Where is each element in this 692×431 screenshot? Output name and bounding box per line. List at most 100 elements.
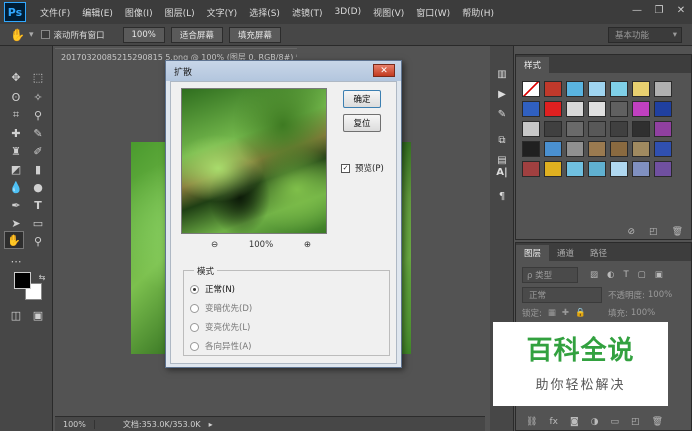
lock-all-icon[interactable]: 🔒 (575, 308, 586, 318)
style-swatch[interactable] (654, 141, 672, 157)
workspace-select[interactable]: 基本功能 ▾ (608, 27, 682, 43)
history-icon[interactable]: ▥ (493, 66, 511, 82)
mode-normal-radio[interactable]: 正常(N) (190, 283, 235, 295)
filter-preview[interactable] (181, 88, 327, 234)
menu-select[interactable]: 选择(S) (243, 6, 286, 19)
paragraph-icon[interactable]: ¶ (493, 188, 511, 204)
style-swatch[interactable] (566, 81, 584, 97)
stamp-tool-icon[interactable]: ♜ (6, 142, 26, 160)
fill-value[interactable]: 100% (631, 308, 655, 318)
style-swatch[interactable] (566, 121, 584, 137)
more-tools-icon[interactable]: ⋯ (6, 252, 26, 270)
style-swatch[interactable] (544, 141, 562, 157)
style-swatch[interactable] (544, 161, 562, 177)
zoom-100-button[interactable]: 100% (122, 26, 165, 43)
gradient-tool-icon[interactable]: ▮ (28, 160, 48, 178)
style-swatch[interactable] (566, 161, 584, 177)
menu-image[interactable]: 图像(I) (119, 6, 159, 19)
tab-styles[interactable]: 样式 (516, 57, 550, 73)
style-swatch[interactable] (610, 81, 628, 97)
pen-tool-icon[interactable]: ✒ (6, 196, 26, 214)
new-group-icon[interactable]: ▭ (611, 417, 620, 427)
style-swatch[interactable] (588, 141, 606, 157)
lock-pixels-icon[interactable]: ▦ (548, 308, 556, 318)
add-mask-icon[interactable]: ◙ (570, 417, 579, 427)
layer-filter-select[interactable]: ρ 类型 (522, 267, 578, 283)
path-select-icon[interactable]: ➤ (6, 214, 26, 232)
rectangle-tool-icon[interactable]: ▭ (28, 214, 48, 232)
layer-style-icon[interactable]: fx (549, 417, 558, 427)
mode-darken-radio[interactable]: 变暗优先(D) (190, 302, 252, 314)
style-swatch[interactable] (588, 121, 606, 137)
style-swatch[interactable] (588, 161, 606, 177)
style-swatch[interactable] (522, 141, 540, 157)
minimize-icon[interactable]: — (626, 0, 648, 20)
blend-mode-select[interactable]: 正常 (522, 287, 602, 303)
trash-icon[interactable]: 🗑 (672, 227, 683, 237)
tab-channels[interactable]: 通道 (549, 245, 582, 261)
shape-filter-icon[interactable]: ▢ (638, 270, 646, 280)
fit-screen-button[interactable]: 适合屏幕 (170, 26, 223, 43)
no-style-icon[interactable]: ⊘ (628, 227, 636, 237)
marquee-tool-icon[interactable]: ⬚ (28, 68, 48, 86)
style-swatch[interactable] (654, 101, 672, 117)
style-swatch[interactable] (632, 81, 650, 97)
history-brush-icon[interactable]: ✐ (28, 142, 48, 160)
menu-window[interactable]: 窗口(W) (410, 6, 456, 19)
screen-mode-icon[interactable]: ▣ (28, 306, 48, 324)
actions-play-icon[interactable]: ▶ (493, 86, 511, 102)
foreground-color-swatch[interactable] (14, 272, 31, 289)
style-swatch[interactable] (610, 161, 628, 177)
style-swatch[interactable] (632, 121, 650, 137)
menu-filter[interactable]: 滤镜(T) (286, 6, 329, 19)
new-style-icon[interactable]: ◰ (649, 227, 658, 237)
style-swatch[interactable] (654, 161, 672, 177)
swap-colors-icon[interactable]: ⇆ (32, 268, 52, 286)
style-swatch[interactable] (566, 141, 584, 157)
new-layer-icon[interactable]: ◰ (631, 417, 640, 427)
fill-screen-button[interactable]: 填充屏幕 (228, 26, 281, 43)
style-swatch[interactable] (522, 121, 540, 137)
style-swatch[interactable] (654, 81, 672, 97)
adjust-filter-icon[interactable]: ◐ (607, 270, 614, 280)
menu-type[interactable]: 文字(Y) (201, 6, 244, 19)
scroll-all-windows-checkbox[interactable] (41, 30, 51, 39)
style-swatch[interactable] (610, 121, 628, 137)
style-swatch[interactable] (522, 101, 540, 117)
status-zoom[interactable]: 100% (55, 419, 95, 429)
restore-icon[interactable]: ❐ (648, 0, 670, 20)
opacity-value[interactable]: 100% (648, 290, 672, 300)
dodge-tool-icon[interactable]: ● (28, 178, 48, 196)
adjustment-layer-icon[interactable]: ◑ (591, 417, 599, 427)
style-swatch[interactable] (610, 101, 628, 117)
ok-button[interactable]: 确定 (343, 90, 381, 108)
style-swatch[interactable] (544, 101, 562, 117)
style-swatch[interactable] (632, 161, 650, 177)
eraser-tool-icon[interactable]: ◩ (6, 160, 26, 178)
style-swatch[interactable] (566, 101, 584, 117)
style-swatch[interactable] (544, 81, 562, 97)
lasso-tool-icon[interactable]: ʘ (6, 88, 26, 106)
tab-layers[interactable]: 图层 (516, 245, 550, 261)
hand-tool-icon[interactable]: ✋ (4, 231, 24, 249)
zoom-tool-icon[interactable]: ⚲ (28, 232, 48, 250)
lock-position-icon[interactable]: ✚ (562, 308, 569, 318)
preview-checkbox[interactable]: ✓ 预览(P) (341, 162, 384, 174)
style-swatch[interactable] (588, 101, 606, 117)
tool-preset-dropdown-icon[interactable]: ▾ (29, 30, 34, 40)
smart-filter-icon[interactable]: ▣ (655, 270, 663, 280)
style-swatch[interactable] (654, 121, 672, 137)
style-swatch[interactable] (632, 101, 650, 117)
menu-file[interactable]: 文件(F) (34, 6, 76, 19)
eyedropper-tool-icon[interactable]: ⚲ (28, 106, 48, 124)
blur-tool-icon[interactable]: 💧 (6, 178, 26, 196)
tab-paths[interactable]: 路径 (582, 245, 615, 261)
style-swatch[interactable] (632, 141, 650, 157)
trash-icon[interactable]: 🗑 (652, 417, 663, 427)
menu-layer[interactable]: 图层(L) (159, 6, 201, 19)
mode-lighten-radio[interactable]: 变亮优先(L) (190, 321, 250, 333)
style-swatch[interactable] (588, 81, 606, 97)
style-swatch[interactable] (610, 141, 628, 157)
crop-tool-icon[interactable]: ⌗ (6, 106, 26, 124)
healing-brush-icon[interactable]: ✚ (6, 124, 26, 142)
